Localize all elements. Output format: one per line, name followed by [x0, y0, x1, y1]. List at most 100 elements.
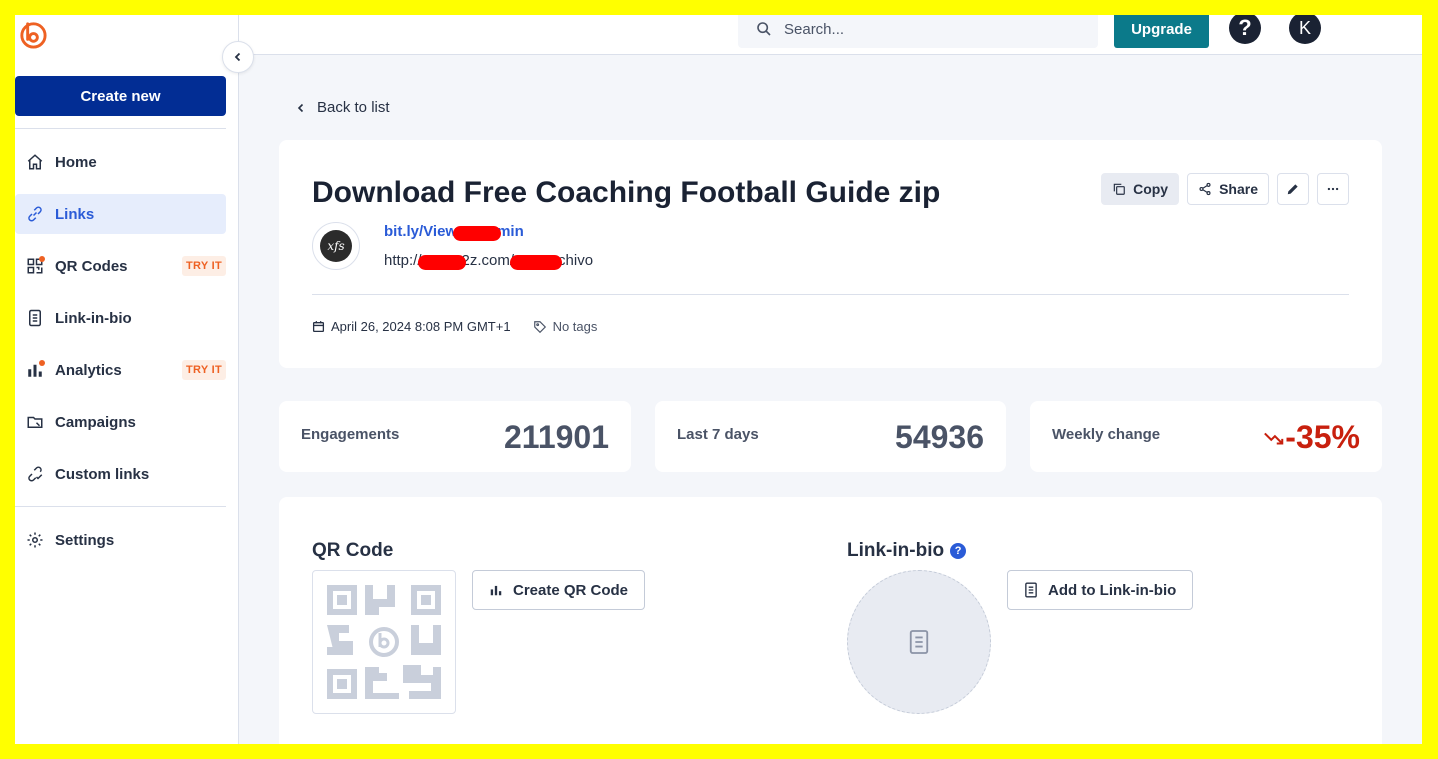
sidebar-item-label: Link-in-bio [55, 309, 132, 327]
link-meta: April 26, 2024 8:08 PM GMT+1 No tags [312, 319, 597, 334]
campaigns-icon [25, 412, 45, 432]
upgrade-button[interactable]: Upgrade [1114, 15, 1209, 48]
sidebar-item-label: Campaigns [55, 413, 136, 431]
top-bar: Search... Upgrade ? K [239, 15, 1422, 55]
add-to-link-in-bio-button[interactable]: Add to Link-in-bio [1007, 570, 1194, 610]
share-label: Share [1219, 181, 1258, 197]
chevron-left-icon [234, 52, 241, 62]
sidebar-item-link-in-bio[interactable]: Link-in-bio [15, 298, 226, 338]
analytics-icon [490, 585, 502, 596]
share-button[interactable]: Share [1187, 173, 1269, 205]
last-7-days-label: Last 7 days [677, 426, 759, 443]
short-link-suffix: min [497, 223, 524, 240]
help-icon[interactable]: ? [950, 543, 967, 559]
link-actions: Copy Share [1101, 173, 1349, 205]
app-window: Create new Home Links QR Codes TRY IT Li… [15, 15, 1422, 744]
sidebar-item-links[interactable]: Links [15, 194, 226, 234]
create-new-button[interactable]: Create new [15, 76, 226, 116]
sidebar-item-campaigns[interactable]: Campaigns [15, 402, 226, 442]
card-divider [312, 294, 1349, 295]
sidebar-item-analytics[interactable]: Analytics TRY IT [15, 350, 226, 390]
last-7-days-card: Last 7 days 54936 [655, 401, 1006, 472]
tags[interactable]: No tags [533, 319, 598, 334]
sidebar-item-settings[interactable]: Settings [15, 520, 226, 560]
sidebar-item-home[interactable]: Home [15, 142, 226, 182]
sidebar-item-label: Home [55, 153, 97, 171]
create-qr-code-button[interactable]: Create QR Code [472, 570, 646, 610]
qr-code-heading: QR Code [312, 540, 393, 562]
created-date: April 26, 2024 8:08 PM GMT+1 [331, 319, 511, 334]
link-in-bio-icon [909, 630, 929, 654]
pencil-icon [1287, 184, 1298, 195]
sidebar-divider [15, 128, 226, 129]
short-link[interactable]: bit.ly/View min [384, 223, 524, 241]
link-in-bio-placeholder [847, 570, 991, 714]
bitly-logo[interactable] [17, 19, 48, 50]
add-to-link-in-bio-label: Add to Link-in-bio [1048, 581, 1177, 599]
link-in-bio-title: Link-in-bio [847, 540, 945, 561]
search-icon [757, 22, 771, 36]
link-title: Download Free Coaching Football Guide zi… [312, 176, 941, 209]
redaction-mark [510, 254, 563, 270]
sidebar-item-label: Links [55, 205, 95, 223]
help-icon[interactable]: ? [1229, 15, 1261, 44]
url-prefix: http:// [384, 252, 422, 269]
try-it-badge: TRY IT [181, 256, 226, 276]
qr-code-icon [25, 256, 45, 276]
destination-url[interactable]: http:// 2z.com/chivo [384, 252, 594, 270]
weekly-change-label: Weekly change [1052, 426, 1161, 443]
sidebar-divider [15, 506, 226, 507]
engagements-label: Engagements [301, 426, 400, 443]
collapse-sidebar-button[interactable] [222, 41, 254, 73]
redaction-mark [453, 225, 502, 241]
url-suffix: chivo [558, 252, 594, 269]
custom-links-icon [25, 464, 45, 484]
copy-button[interactable]: Copy [1101, 173, 1180, 205]
sidebar-item-label: QR Codes [55, 257, 128, 275]
gear-icon [25, 530, 45, 550]
search-placeholder: Search... [784, 20, 845, 38]
sidebar-item-label: Custom links [55, 465, 150, 483]
redaction-mark [417, 254, 466, 270]
weekly-change-value: -35% [1263, 419, 1360, 456]
share-icon [1199, 182, 1211, 196]
qr-bio-card: QR Code Create QR Code Link-in-bio ? Add… [279, 497, 1382, 744]
tags-label: No tags [552, 319, 598, 334]
create-qr-code-label: Create QR Code [513, 581, 629, 599]
more-icon [1327, 187, 1339, 191]
calendar-icon [312, 321, 325, 333]
link-detail-card: Download Free Coaching Football Guide zi… [279, 140, 1382, 368]
url-middle: 2z.com/ [461, 252, 515, 269]
copy-icon [1113, 183, 1125, 195]
qr-code-placeholder [312, 570, 456, 714]
engagements-value: 211901 [503, 419, 609, 455]
last-7-days-value: 54936 [895, 419, 984, 455]
sidebar-item-qr-codes[interactable]: QR Codes TRY IT [15, 246, 226, 286]
chevron-left-icon [297, 103, 304, 112]
engagements-card: Engagements 211901 [279, 401, 631, 472]
more-options-button[interactable] [1317, 173, 1349, 205]
search-input[interactable]: Search... [738, 15, 1098, 48]
analytics-icon [25, 360, 45, 380]
sidebar-item-custom-links[interactable]: Custom links [15, 454, 226, 494]
avatar[interactable]: K [1289, 15, 1321, 44]
edit-button[interactable] [1277, 173, 1309, 205]
weekly-change-number: -35% [1285, 419, 1360, 455]
tag-icon [533, 320, 546, 333]
sidebar: Create new Home Links QR Codes TRY IT Li… [15, 15, 239, 744]
link-in-bio-heading: Link-in-bio ? [847, 540, 967, 562]
qr-code-icon [327, 585, 441, 699]
sidebar-item-label: Analytics [55, 361, 122, 379]
copy-label: Copy [1133, 181, 1169, 197]
weekly-change-card: Weekly change -35% [1030, 401, 1382, 472]
notification-dot [39, 256, 45, 262]
try-it-badge: TRY IT [181, 360, 226, 380]
favicon-image: xfs [320, 230, 352, 262]
link-in-bio-icon [25, 308, 45, 328]
back-to-list-link[interactable]: Back to list [297, 99, 390, 116]
trend-down-icon [1264, 432, 1284, 445]
home-icon [25, 152, 45, 172]
short-link-prefix: bit.ly/View [384, 223, 458, 240]
favicon: xfs [312, 222, 360, 270]
back-label: Back to list [317, 99, 390, 116]
